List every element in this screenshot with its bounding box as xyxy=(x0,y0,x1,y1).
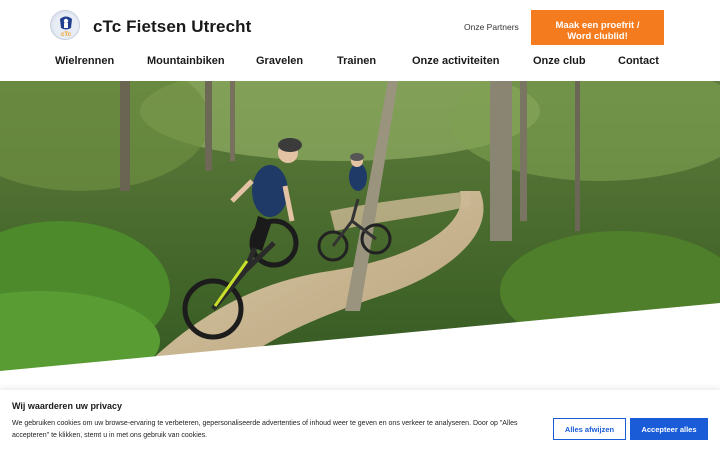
club-logo[interactable]: cTc xyxy=(50,10,80,40)
trial-ride-button[interactable]: Maak een proefrit / Word clublid! xyxy=(531,10,664,45)
logo-text: cTc xyxy=(61,32,72,38)
club-logo-icon: cTc xyxy=(53,13,79,39)
brand-name[interactable]: cTc Fietsen Utrecht xyxy=(93,17,251,37)
cta-line-1: Maak een proefrit / xyxy=(555,19,640,31)
nav-item-onze-club[interactable]: Onze club xyxy=(533,55,586,67)
partners-link[interactable]: Onze Partners xyxy=(464,22,519,32)
nav-item-wielrennen[interactable]: Wielrennen xyxy=(55,55,114,67)
nav-item-onze-activiteiten[interactable]: Onze activiteiten xyxy=(412,55,499,67)
mountain-bikers-forest-photo xyxy=(0,81,720,371)
accept-all-button[interactable]: Accepteer alles xyxy=(630,418,708,440)
main-nav: Wielrennen Mountainbiken Gravelen Traine… xyxy=(0,52,720,72)
nav-item-gravelen[interactable]: Gravelen xyxy=(256,55,303,67)
nav-item-contact[interactable]: Contact xyxy=(618,55,659,67)
cookie-text: We gebruiken cookies om uw browse-ervari… xyxy=(12,420,518,439)
site-header: cTc cTc Fietsen Utrecht Onze Partners Ma… xyxy=(0,0,720,80)
cookie-banner: Wij waarderen uw privacy We gebruiken co… xyxy=(0,390,720,450)
reject-all-button[interactable]: Alles afwijzen xyxy=(553,418,626,440)
hero-image xyxy=(0,81,720,371)
nav-item-trainen[interactable]: Trainen xyxy=(337,55,376,67)
cookie-title: Wij waarderen uw privacy xyxy=(12,401,122,411)
nav-item-mountainbiken[interactable]: Mountainbiken xyxy=(147,55,225,67)
cta-line-2: Word clublid! xyxy=(567,30,628,42)
